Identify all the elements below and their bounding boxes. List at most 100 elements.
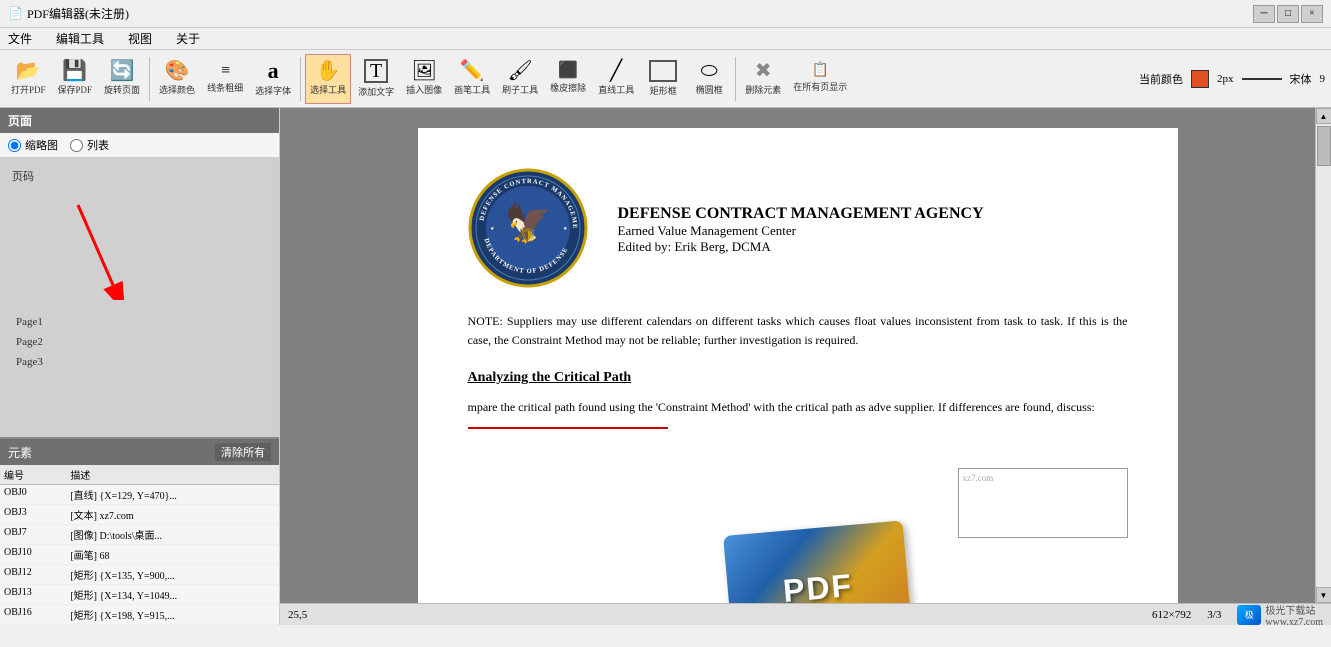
open-pdf-button[interactable]: 📂 打开PDF xyxy=(6,54,51,104)
elem-id: OBJ16 xyxy=(0,605,66,625)
table-row[interactable]: OBJ13 [矩形] {X=134, Y=1049... xyxy=(0,585,279,605)
list-radio[interactable]: 列表 xyxy=(70,137,109,153)
toolbar-right: 当前颜色 2px 宋体 9 xyxy=(1139,70,1325,88)
thumbnail-area xyxy=(8,190,271,310)
page-item-2[interactable]: Page2 xyxy=(8,334,271,350)
elem-id: OBJ12 xyxy=(0,565,66,585)
elem-desc: [直线] {X=129, Y=470}... xyxy=(66,485,279,505)
elem-id: OBJ0 xyxy=(0,485,66,505)
brush-icon: ✏️ xyxy=(460,61,485,81)
status-bar: 25,5 612×792 3/3 极 极光下载站 www.xz7.com xyxy=(280,603,1331,625)
select-tool-button[interactable]: ✋ 选择工具 xyxy=(305,54,351,104)
show-all-button[interactable]: 📋 在所有页显示 xyxy=(788,54,852,104)
font-icon: a xyxy=(268,60,279,82)
red-underline xyxy=(468,427,668,429)
brush-label: 画笔工具 xyxy=(454,83,490,96)
clear-all-button[interactable]: 清除所有 xyxy=(215,443,271,461)
dcma-seal-container: 🦅 🛡 DEFENSE CONTRACT MANAGEMENT xyxy=(468,168,588,292)
pdf-title-block: 🦅 🛡 DEFENSE CONTRACT MANAGEMENT xyxy=(468,168,1128,292)
elements-title: 元素 xyxy=(8,444,32,461)
table-row[interactable]: OBJ3 [文本] xz7.com xyxy=(0,505,279,525)
page-item-1[interactable]: Page1 xyxy=(8,314,271,330)
menu-view[interactable]: 视图 xyxy=(124,28,156,49)
eraser-tool-button[interactable]: 🖌 刷子工具 xyxy=(497,54,543,104)
pdf-overlay-image: PDF xyxy=(723,520,913,603)
pdf-org-name: DEFENSE CONTRACT MANAGEMENT AGENCY xyxy=(618,205,984,223)
rubber-erase-button[interactable]: ⬛ 橡皮擦除 xyxy=(545,54,591,104)
title-bar-controls[interactable]: ─ □ × xyxy=(1253,5,1323,23)
line-thickness-icon: ≡ xyxy=(221,63,229,79)
vertical-scrollbar[interactable]: ▲ ▼ xyxy=(1315,108,1331,603)
scroll-track xyxy=(1316,124,1331,587)
color-label: 选择颜色 xyxy=(159,83,195,96)
ellipse-tool-button[interactable]: ⬭ 椭圆框 xyxy=(687,54,731,104)
current-color-swatch[interactable] xyxy=(1191,70,1209,88)
delete-icon: ✖ xyxy=(755,61,772,81)
table-row[interactable]: OBJ0 [直线] {X=129, Y=470}... xyxy=(0,485,279,505)
rotate-page-button[interactable]: 🔄 旋转页面 xyxy=(99,54,145,104)
open-pdf-label: 打开PDF xyxy=(11,83,46,96)
elements-table: 编号 描述 OBJ0 [直线] {X=129, Y=470}... OBJ3 [… xyxy=(0,465,279,625)
jg-site-name: 极光下载站 xyxy=(1265,602,1323,617)
show-all-label: 在所有页显示 xyxy=(793,80,847,93)
svg-text:🛡: 🛡 xyxy=(519,228,537,244)
ellipse-icon: ⬭ xyxy=(701,61,718,81)
pdf-viewer-container: 🦅 🛡 DEFENSE CONTRACT MANAGEMENT xyxy=(280,108,1331,625)
status-page-info: 3/3 xyxy=(1207,609,1221,621)
insert-image-button[interactable]: 🖼 插入图像 xyxy=(401,54,447,104)
toolbar-separator-1 xyxy=(149,57,150,101)
add-text-button[interactable]: T 添加文字 xyxy=(353,54,399,104)
pdf-area[interactable]: 🦅 🛡 DEFENSE CONTRACT MANAGEMENT xyxy=(280,108,1315,603)
toolbar: 📂 打开PDF 💾 保存PDF 🔄 旋转页面 🎨 选择颜色 ≡ 线条粗细 a 选… xyxy=(0,50,1331,108)
save-pdf-button[interactable]: 💾 保存PDF xyxy=(53,54,98,104)
open-pdf-icon: 📂 xyxy=(16,61,41,81)
thumbnail-radio[interactable]: 缩略图 xyxy=(8,137,58,153)
elem-id: OBJ13 xyxy=(0,585,66,605)
table-row[interactable]: OBJ12 [矩形] {X=135, Y=900,... xyxy=(0,565,279,585)
rubber-icon: ⬛ xyxy=(558,63,578,79)
menu-edit[interactable]: 编辑工具 xyxy=(52,28,108,49)
status-coords: 25,5 xyxy=(288,609,307,621)
pdf-org-sub2: Edited by: Erik Berg, DCMA xyxy=(618,239,984,255)
scroll-thumb[interactable] xyxy=(1317,126,1331,166)
rotate-label: 旋转页面 xyxy=(104,83,140,96)
pdf-org-sub1: Earned Value Management Center xyxy=(618,223,984,239)
rotate-icon: 🔄 xyxy=(110,61,135,81)
select-color-button[interactable]: 🎨 选择颜色 xyxy=(154,54,200,104)
save-pdf-icon: 💾 xyxy=(62,61,87,81)
elem-desc: [文本] xz7.com xyxy=(66,505,279,525)
jg-icon: 极 xyxy=(1237,605,1261,625)
page-item-3[interactable]: Page3 xyxy=(8,354,271,370)
line-label: 直线工具 xyxy=(598,83,634,96)
brush-tool-button[interactable]: ✏️ 画笔工具 xyxy=(449,54,495,104)
table-row[interactable]: OBJ7 [图像] D:\tools\桌面... xyxy=(0,525,279,545)
eraser-label: 刷子工具 xyxy=(502,83,538,96)
rect-tool-button[interactable]: 矩形框 xyxy=(641,54,685,104)
select-font-button[interactable]: a 选择字体 xyxy=(250,54,296,104)
show-all-icon: 📋 xyxy=(812,64,829,78)
delete-elem-button[interactable]: ✖ 删除元素 xyxy=(740,54,786,104)
font-size: 9 xyxy=(1320,73,1326,85)
body-text-content: mpare the critical path found using the … xyxy=(468,400,1095,414)
elem-id: OBJ7 xyxy=(0,525,66,545)
maximize-button[interactable]: □ xyxy=(1277,5,1299,23)
select-icon: ✋ xyxy=(316,61,341,81)
close-button[interactable]: × xyxy=(1301,5,1323,23)
add-text-icon: T xyxy=(364,59,388,83)
main-layout: 页面 缩略图 列表 页码 xyxy=(0,108,1331,625)
line-thickness-button[interactable]: ≡ 线条粗细 xyxy=(202,54,248,104)
px-value: 2px xyxy=(1217,73,1234,85)
menu-file[interactable]: 文件 xyxy=(4,28,36,49)
minimize-button[interactable]: ─ xyxy=(1253,5,1275,23)
table-row[interactable]: OBJ16 [矩形] {X=198, Y=915,... xyxy=(0,605,279,625)
elements-panel-header: 元素 清除所有 xyxy=(0,439,279,465)
font-name: 宋体 xyxy=(1290,71,1312,87)
rect-label: 矩形框 xyxy=(650,84,677,97)
menu-about[interactable]: 关于 xyxy=(172,28,204,49)
table-row[interactable]: OBJ10 [画笔] 68 xyxy=(0,545,279,565)
line-tool-button[interactable]: ╱ 直线工具 xyxy=(593,54,639,104)
title-bar: 📄 PDF编辑器(未注册) ─ □ × xyxy=(0,0,1331,28)
save-pdf-label: 保存PDF xyxy=(58,83,93,96)
pages-area: 页码 Page1 Page2 Page3 xyxy=(0,158,279,437)
scroll-up-btn[interactable]: ▲ xyxy=(1316,108,1331,124)
